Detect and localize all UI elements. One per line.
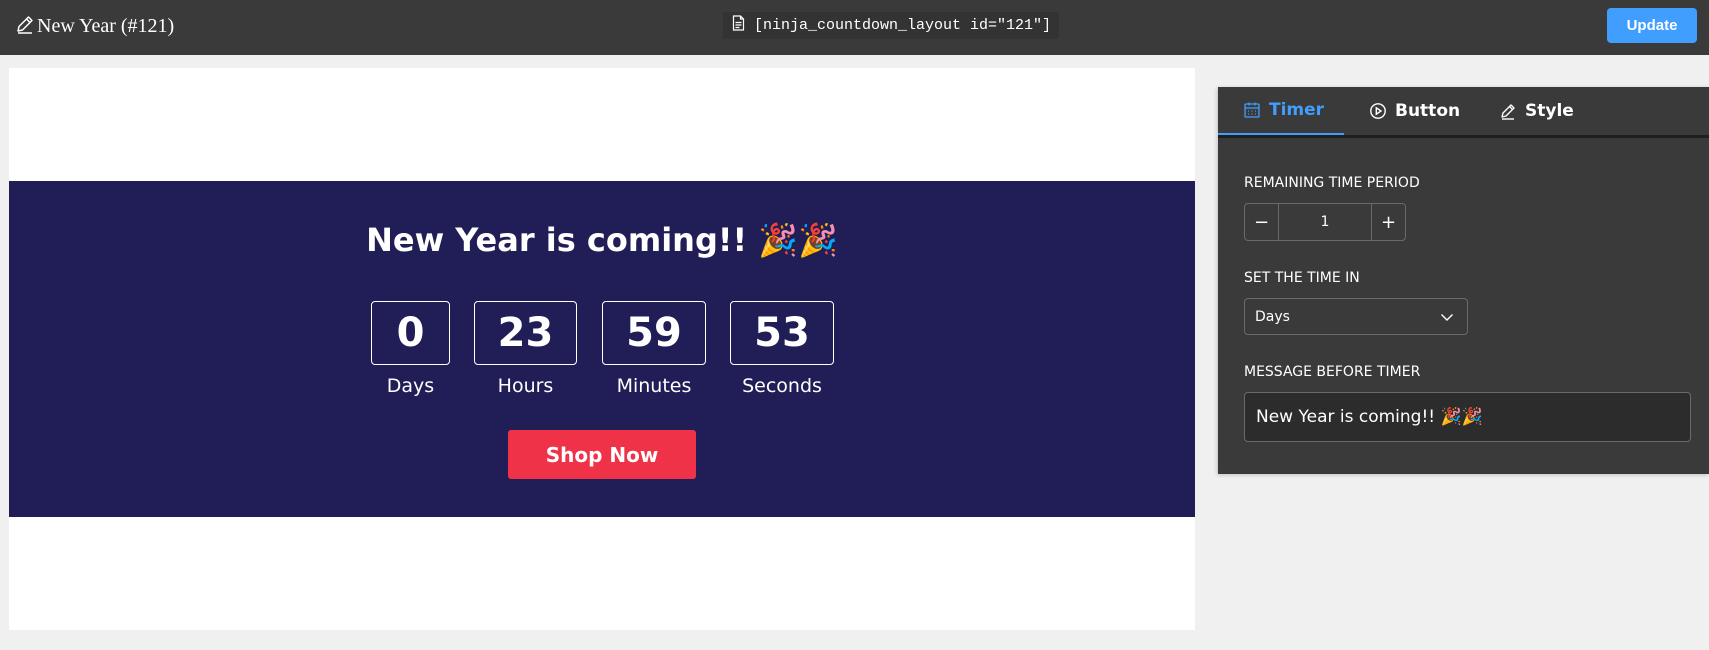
increment-button[interactable]: + [1371,204,1405,240]
countdown-hours-value: 23 [474,301,577,365]
play-circle-icon [1369,102,1387,120]
shop-now-button[interactable]: Shop Now [508,430,696,479]
tab-bar: Timer Button Style [1218,87,1709,138]
shortcode-display[interactable]: [ninja_countdown_layout id="121"] [723,12,1060,39]
message-input-value: New Year is coming!! 🎉🎉 [1256,407,1483,427]
remaining-time-label: REMAINING TIME PERIOD [1244,175,1420,191]
shortcode-text: [ninja_countdown_layout id="121"] [754,17,1052,34]
decrement-button[interactable]: − [1245,204,1279,240]
countdown-days-value: 0 [371,301,450,365]
top-bar: New Year (#121) [ninja_countdown_layout … [0,0,1709,55]
countdown-banner: New Year is coming!! 🎉🎉 0 Days 23 Hours … [9,181,1195,517]
message-input[interactable]: New Year is coming!! 🎉🎉 [1244,392,1691,442]
tab-timer[interactable]: Timer [1218,87,1344,135]
stepper-value[interactable]: 1 [1279,204,1371,240]
countdown-minutes: 59 Minutes [602,301,706,397]
countdown-days-label: Days [386,375,435,397]
preview-area: New Year is coming!! 🎉🎉 0 Days 23 Hours … [9,68,1195,630]
page-title: New Year (#121) [15,14,174,39]
tab-timer-label: Timer [1269,100,1325,120]
time-unit-select[interactable]: Days [1244,298,1468,335]
countdown-seconds-value: 53 [730,301,834,365]
settings-panel: Timer Button Style REMAINING TIME PERIOD… [1218,87,1709,474]
countdown-minutes-value: 59 [602,301,706,365]
countdown-hours-label: Hours [497,375,554,397]
tab-style-label: Style [1525,101,1574,121]
countdown-days: 0 Days [371,301,450,397]
time-unit-value: Days [1255,308,1290,325]
time-unit-label: SET THE TIME IN [1244,270,1360,286]
banner-heading: New Year is coming!! 🎉🎉 [366,221,838,259]
tab-button-label: Button [1395,101,1461,121]
message-label: MESSAGE BEFORE TIMER [1244,364,1421,380]
remaining-time-stepper: − 1 + [1244,203,1406,241]
pencil-icon [1499,102,1517,120]
calendar-icon [1243,101,1261,119]
countdown-seconds-label: Seconds [742,375,822,397]
countdown-minutes-label: Minutes [616,375,692,397]
title-text: New Year (#121) [37,15,175,37]
tab-style[interactable]: Style [1474,87,1594,135]
document-icon [731,15,746,36]
chevron-down-icon [1439,309,1455,325]
pencil-icon [15,14,35,39]
tab-button[interactable]: Button [1344,87,1474,135]
countdown-hours: 23 Hours [474,301,577,397]
countdown-seconds: 53 Seconds [730,301,834,397]
update-button[interactable]: Update [1607,8,1697,43]
